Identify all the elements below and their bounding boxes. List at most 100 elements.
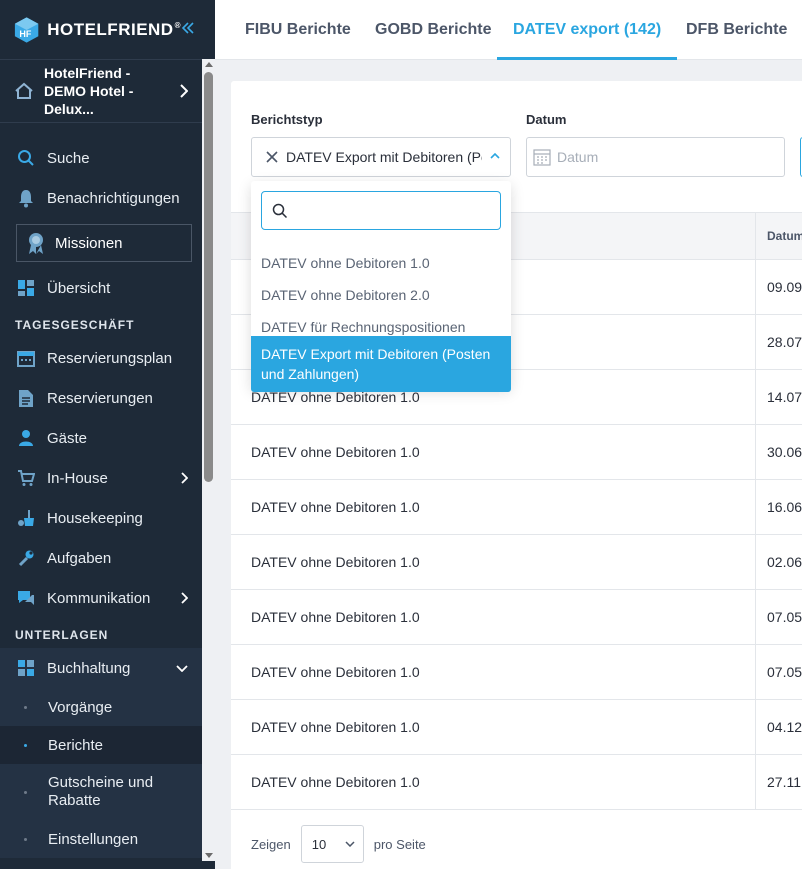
- date-label: Datum: [526, 112, 567, 127]
- table-row[interactable]: DATEV ohne Debitoren 1.0 04.12: [231, 700, 802, 755]
- report-type-dropdown: DATEV ohne Debitoren 1.0 DATEV ohne Debi…: [251, 181, 511, 392]
- table-row[interactable]: DATEV ohne Debitoren 1.0 02.06: [231, 535, 802, 590]
- row-date: 16.06: [767, 499, 802, 515]
- dropdown-option[interactable]: DATEV ohne Debitoren 1.0: [251, 245, 511, 281]
- broom-icon: [16, 508, 36, 528]
- chevron-right-icon: [181, 592, 188, 604]
- dropdown-option-selected[interactable]: DATEV Export mit Debitoren (Posten und Z…: [251, 336, 511, 392]
- table-row[interactable]: DATEV ohne Debitoren 1.0 07.05: [231, 590, 802, 645]
- sidebar-item-reservations[interactable]: Reservierungen: [0, 378, 202, 418]
- sidebar-subitem-label: Einstellungen: [48, 830, 139, 848]
- row-report-name: DATEV ohne Debitoren 1.0: [251, 444, 420, 460]
- sidebar-item-tasks[interactable]: Aufgaben: [0, 538, 202, 578]
- search-icon: [16, 148, 36, 168]
- hotel-selector[interactable]: HotelFriend - DEMO Hotel - Delux...: [0, 59, 202, 123]
- sidebar-subitem-processes[interactable]: Vorgänge: [0, 688, 202, 726]
- sidebar-subitem-label: Vorgänge: [48, 698, 113, 716]
- sidebar-subitem-reports[interactable]: Berichte: [0, 726, 202, 764]
- chat-icon: [16, 588, 36, 608]
- sidebar-item-label: Reservierungen: [47, 389, 153, 407]
- table-row[interactable]: DATEV ohne Debitoren 1.0 27.11: [231, 755, 802, 810]
- chevron-down-icon: [345, 841, 355, 847]
- collapse-sidebar-icon[interactable]: [181, 19, 195, 40]
- sidebar-item-overview[interactable]: Übersicht: [0, 268, 202, 308]
- row-date: 07.05: [767, 664, 802, 680]
- row-report-name: DATEV ohne Debitoren 1.0: [251, 609, 420, 625]
- tab-dfb[interactable]: DFB Berichte: [686, 0, 787, 60]
- scroll-thumb[interactable]: [204, 72, 213, 482]
- dropdown-option[interactable]: DATEV ohne Debitoren 2.0: [251, 277, 511, 313]
- clear-icon[interactable]: [266, 151, 278, 163]
- sidebar-subitem-label: Gutscheine und Rabatte: [48, 774, 154, 809]
- sidebar-item-communication[interactable]: Kommunikation: [0, 578, 202, 618]
- cart-icon: [16, 468, 36, 488]
- bell-icon: [16, 188, 36, 208]
- scroll-up-arrow-icon[interactable]: [205, 62, 213, 67]
- pager-show-label: Zeigen: [251, 836, 291, 852]
- date-placeholder: Datum: [557, 149, 599, 165]
- sidebar: HF HOTELFRIEND® HotelFriend - DEMO Hotel…: [0, 0, 215, 869]
- sidebar-item-accounting[interactable]: Buchhaltung: [0, 648, 202, 688]
- sidebar-item-label: Suche: [47, 149, 90, 167]
- wrench-icon: [16, 548, 36, 568]
- missions-label: Missionen: [55, 234, 123, 252]
- bullet-icon: [24, 743, 27, 747]
- per-page-select[interactable]: 10: [300, 825, 364, 863]
- per-page-value: 10: [311, 836, 327, 852]
- row-date: 28.07: [767, 334, 802, 350]
- tab-fibu[interactable]: FIBU Berichte: [245, 0, 351, 60]
- sidebar-item-label: Buchhaltung: [47, 659, 131, 677]
- missions-button[interactable]: Missionen: [16, 224, 192, 262]
- home-icon: [15, 82, 33, 99]
- sidebar-item-label: Housekeeping: [47, 509, 143, 527]
- sidebar-item-guests[interactable]: Gäste: [0, 418, 202, 458]
- row-report-name: DATEV ohne Debitoren 1.0: [251, 664, 420, 680]
- column-header-date: Datum: [767, 229, 802, 243]
- row-date: 04.12: [767, 719, 802, 735]
- hotelfriend-logo-icon: HF: [14, 16, 39, 43]
- report-type-value: DATEV Export mit Debitoren (Posten und Z…: [286, 149, 482, 165]
- document-icon: [16, 388, 36, 408]
- chevron-up-icon: [490, 152, 500, 159]
- row-date: 14.07: [767, 389, 802, 405]
- user-icon: [16, 428, 36, 448]
- tab-gobd[interactable]: GOBD Berichte: [375, 0, 491, 60]
- sidebar-subitem-settings[interactable]: Einstellungen: [0, 820, 202, 858]
- row-date: 07.05: [767, 609, 802, 625]
- section-heading-docs: UNTERLAGEN: [15, 628, 109, 642]
- pagination: Zeigen 10 pro Seite: [251, 825, 426, 863]
- svg-text:HF: HF: [19, 29, 31, 39]
- sidebar-item-notifications[interactable]: Benachrichtigungen: [0, 178, 202, 218]
- sidebar-item-in-house[interactable]: In-House: [0, 458, 202, 498]
- table-row[interactable]: DATEV ohne Debitoren 1.0 30.06: [231, 425, 802, 480]
- table-row[interactable]: DATEV ohne Debitoren 1.0 07.05: [231, 645, 802, 700]
- sidebar-item-reservation-plan[interactable]: Reservierungsplan: [0, 338, 202, 378]
- bullet-icon: [24, 705, 27, 709]
- sidebar-scrollbar[interactable]: [202, 59, 215, 861]
- grid-icon: [16, 658, 36, 678]
- report-tabs: FIBU Berichte GOBD Berichte DATEV export…: [215, 0, 802, 60]
- pager-per-page-label: pro Seite: [373, 836, 426, 852]
- date-input[interactable]: Datum: [526, 137, 785, 177]
- tab-datev-export[interactable]: DATEV export (142): [496, 0, 678, 60]
- scroll-down-arrow-icon[interactable]: [205, 853, 213, 858]
- row-date: 30.06: [767, 444, 802, 460]
- report-type-select[interactable]: DATEV Export mit Debitoren (Posten und Z…: [251, 137, 511, 177]
- dropdown-search-input[interactable]: [261, 191, 501, 230]
- sidebar-subitem-vouchers[interactable]: Gutscheine und Rabatte: [0, 764, 202, 820]
- report-type-label: Berichtstyp: [251, 112, 323, 127]
- sidebar-item-search[interactable]: Suche: [0, 138, 202, 178]
- search-icon: [272, 203, 288, 219]
- sidebar-item-label: Aufgaben: [47, 549, 112, 567]
- logo-row: HF HOTELFRIEND®: [0, 0, 215, 59]
- sidebar-item-label: Übersicht: [47, 279, 111, 297]
- sidebar-item-label: In-House: [47, 469, 108, 487]
- chevron-right-icon: [180, 84, 188, 98]
- table-row[interactable]: DATEV ohne Debitoren 1.0 16.06: [231, 480, 802, 535]
- sidebar-item-label: Kommunikation: [47, 589, 151, 607]
- dashboard-icon: [16, 278, 36, 298]
- brand-name: HOTELFRIEND®: [47, 19, 181, 39]
- sidebar-nav: Suche Benachrichtigungen Missionen Übers…: [0, 123, 202, 858]
- sidebar-item-housekeeping[interactable]: Housekeeping: [0, 498, 202, 538]
- bullet-icon: [24, 837, 27, 841]
